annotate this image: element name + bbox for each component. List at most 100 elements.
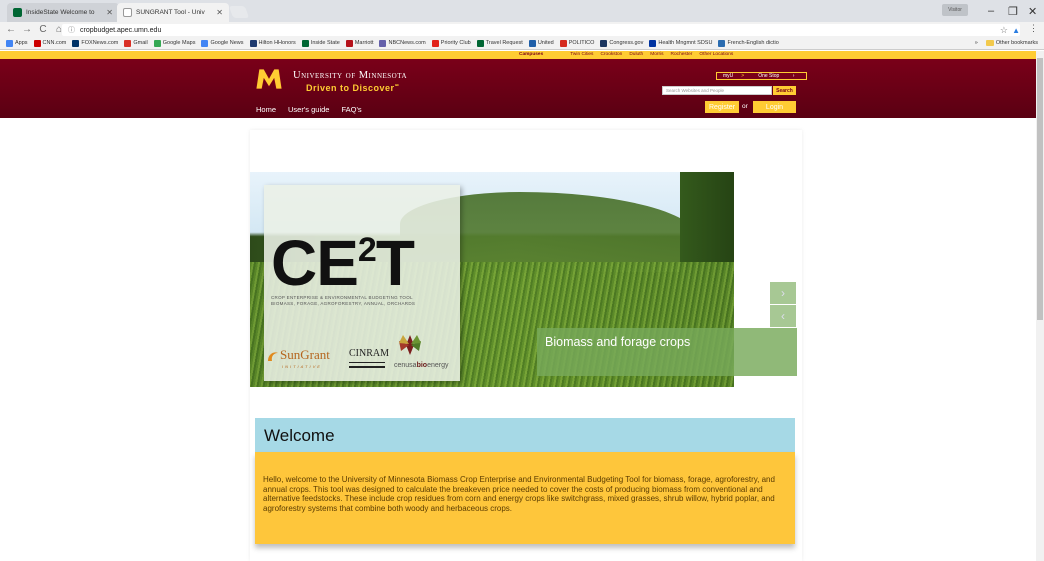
campus-link[interactable]: Crookston xyxy=(600,51,622,59)
campus-link[interactable]: Duluth xyxy=(629,51,643,59)
bookmark-label: Google News xyxy=(210,40,244,46)
nav-home[interactable]: Home xyxy=(256,105,276,114)
bookmarks-overflow-button[interactable]: » xyxy=(975,40,978,46)
restore-icon[interactable]: ❐ xyxy=(1008,5,1018,18)
site-search-input[interactable]: Search Websites and People xyxy=(662,86,772,95)
nav-faqs[interactable]: FAQ's xyxy=(341,105,361,114)
campus-link[interactable]: Rochester xyxy=(671,51,693,59)
bookmark-travel[interactable]: Travel Request xyxy=(476,39,523,47)
chevron-right-icon: › xyxy=(792,73,795,79)
bookmark-label: United xyxy=(537,40,554,46)
other-bookmarks[interactable]: Other bookmarks xyxy=(996,40,1038,46)
bookmark-star-icon[interactable]: ☆ xyxy=(1000,25,1008,36)
slide-caption[interactable]: Biomass and forage crops xyxy=(537,328,797,376)
bookmark-label: French-English dictio xyxy=(727,40,779,46)
reload-icon[interactable]: C xyxy=(38,24,48,35)
university-m-logo[interactable] xyxy=(256,69,282,89)
bookmark-marriott[interactable]: Marriott xyxy=(345,39,374,47)
myu-link[interactable]: myU xyxy=(717,73,739,79)
bookmark-sdsu[interactable]: Health Mngmnt SDSU xyxy=(649,39,712,47)
profile-chip[interactable]: Visitor xyxy=(942,4,968,16)
bookmark-label: Marriott xyxy=(354,40,374,46)
close-window-icon[interactable]: ✕ xyxy=(1028,5,1037,18)
close-icon[interactable]: ✕ xyxy=(216,8,223,17)
one-stop-link[interactable]: One Stop › xyxy=(746,73,806,79)
page-icon xyxy=(123,8,132,17)
tagline: Driven to Discover℠ xyxy=(306,83,400,93)
bookmark-inside-state[interactable]: Inside State xyxy=(301,39,340,47)
congress-icon xyxy=(600,39,608,47)
bookmark-politico[interactable]: POLITICO xyxy=(559,39,595,47)
url-text: cropbudget.apec.umn.edu xyxy=(80,26,162,34)
ce-subtitle-line-2: BIOMASS, FORAGE, AGROFORESTRY, ANNUAL, O… xyxy=(271,301,416,306)
tab-insidestate[interactable]: InsideState Welcome to ✕ xyxy=(7,3,119,22)
bookmark-label: POLITICO xyxy=(568,40,595,46)
campus-link[interactable]: Twin Cities xyxy=(570,51,593,59)
forward-icon[interactable]: → xyxy=(22,24,32,35)
register-button[interactable]: Register xyxy=(705,101,739,113)
cinram-logo: CINRAM xyxy=(349,348,390,359)
ce-title-end: T xyxy=(375,227,415,299)
bookmark-dictionary[interactable]: French-English dictio xyxy=(718,39,779,47)
bookmark-fox[interactable]: FOXNews.com xyxy=(72,39,118,47)
chevron-right-icon[interactable]: › xyxy=(770,282,796,304)
bookmark-nbc[interactable]: NBCNews.com xyxy=(379,39,426,47)
fox-icon xyxy=(72,39,80,47)
tab-sungrant[interactable]: SUNGRANT Tool - Univ ✕ xyxy=(117,3,229,22)
bookmark-congress[interactable]: Congress.gov xyxy=(600,39,644,47)
bookmark-priority-club[interactable]: Priority Club xyxy=(431,39,471,47)
news-icon xyxy=(201,39,209,47)
tagline-text: Driven to Discover xyxy=(306,83,395,93)
extension-icon[interactable]: ▲ xyxy=(1012,26,1020,35)
minimize-icon[interactable]: – xyxy=(988,5,994,17)
bookmark-label: Travel Request xyxy=(485,40,523,46)
sungrant-initiative-text: INITIATIVE xyxy=(282,364,322,369)
ce2t-subtitle: CROP ENTERPRISE & ENVIRONMENTAL BUDGETIN… xyxy=(271,295,456,307)
nav-users-guide[interactable]: User's guide xyxy=(288,105,329,114)
bookmark-apps-grid[interactable]: Apps xyxy=(6,39,28,47)
politico-icon xyxy=(559,39,567,47)
united-icon xyxy=(528,39,536,47)
back-icon[interactable]: ← xyxy=(6,24,16,35)
bookmark-hilton[interactable]: Hilton HHonors xyxy=(249,39,296,47)
bookmark-label: Priority Club xyxy=(440,40,471,46)
bookmark-label: Inside State xyxy=(310,40,340,46)
campus-link[interactable]: Other Locations xyxy=(699,51,733,59)
cnn-icon xyxy=(33,39,41,47)
bookmark-cnn[interactable]: CNN.com xyxy=(33,39,66,47)
ce-title-text: CE xyxy=(271,227,359,299)
hilton-icon xyxy=(249,39,257,47)
login-button[interactable]: Login xyxy=(753,101,796,113)
bookmark-news[interactable]: Google News xyxy=(201,39,244,47)
new-tab-button[interactable] xyxy=(228,6,250,18)
chevron-right-icon: > xyxy=(741,73,745,79)
bookmark-gmail[interactable]: Gmail xyxy=(124,39,148,47)
travel-icon xyxy=(476,39,484,47)
address-bar[interactable]: ⓘ cropbudget.apec.umn.edu ☆ ▲ xyxy=(62,24,1020,36)
close-icon[interactable]: ✕ xyxy=(106,8,113,17)
browser-toolbar: ← → C ⌂ ⓘ cropbudget.apec.umn.edu ☆ ▲ xyxy=(0,22,1044,37)
tab-title: InsideState Welcome to xyxy=(26,9,95,16)
info-icon[interactable]: ⓘ xyxy=(68,25,75,35)
folder-icon xyxy=(985,40,994,46)
scrollbar-thumb[interactable] xyxy=(1037,58,1043,320)
or-label: or xyxy=(742,103,748,110)
campus-bar: Campuses Twin Cities Crookston Duluth Morris… xyxy=(0,51,1044,59)
bookmark-united[interactable]: United xyxy=(528,39,554,47)
chevron-left-icon[interactable]: ‹ xyxy=(770,305,796,327)
campus-link[interactable]: Morris xyxy=(650,51,663,59)
apps-grid-icon xyxy=(6,39,13,47)
bookmark-maps[interactable]: Google Maps xyxy=(153,39,196,47)
search-button[interactable]: Search xyxy=(773,86,796,95)
bookmark-label: Congress.gov xyxy=(609,40,644,46)
campuses-label: Campuses xyxy=(519,52,544,57)
browser-menu-icon[interactable]: ⋮ xyxy=(1029,23,1038,34)
inside-state-icon xyxy=(13,8,22,17)
cenusa-logo-text: cenusabioenergy xyxy=(394,362,448,369)
service-mark: ℠ xyxy=(394,84,401,90)
bookmark-label: NBCNews.com xyxy=(388,40,426,46)
bookmark-label: Google Maps xyxy=(162,40,196,46)
inside-state-icon xyxy=(301,39,309,47)
welcome-text: Hello, welcome to the University of Minn… xyxy=(255,452,795,544)
university-name[interactable]: University of Minnesota xyxy=(293,70,407,81)
